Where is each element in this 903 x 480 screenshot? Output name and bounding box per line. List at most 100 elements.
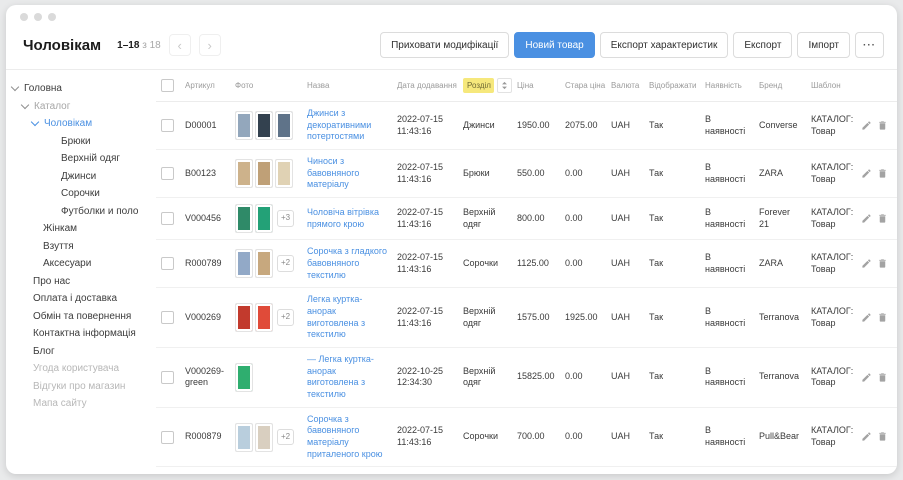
- sort-icon[interactable]: [497, 78, 512, 93]
- edit-icon[interactable]: [861, 312, 872, 323]
- product-name-link[interactable]: Легка куртка-анорак виготовлена з тексти…: [307, 294, 365, 339]
- toolbar-button-0[interactable]: Приховати модифікації: [380, 32, 509, 58]
- sidebar-item[interactable]: Каталог: [6, 98, 156, 116]
- column-header-template[interactable]: Шаблон: [806, 70, 856, 102]
- row-checkbox[interactable]: [161, 257, 174, 270]
- sidebar-item[interactable]: Жінкам: [6, 220, 156, 238]
- sidebar-item[interactable]: Футболки и поло: [6, 203, 156, 221]
- product-photo[interactable]: [275, 111, 293, 140]
- column-header-currency[interactable]: Валюта: [606, 70, 644, 102]
- sidebar-item[interactable]: Оплата і доставка: [6, 290, 156, 308]
- product-photo[interactable]: [255, 111, 273, 140]
- product-photo[interactable]: [235, 249, 253, 278]
- delete-icon[interactable]: [877, 168, 888, 179]
- sidebar-item-label: Футболки и поло: [61, 206, 138, 217]
- product-name-link[interactable]: — Легка куртка-анорак виготовлена з текс…: [307, 354, 374, 399]
- row-checkbox[interactable]: [161, 167, 174, 180]
- row-checkbox[interactable]: [161, 431, 174, 444]
- sidebar-item[interactable]: Відгуки про магазин: [6, 378, 156, 396]
- product-photo[interactable]: [255, 159, 273, 188]
- row-checkbox[interactable]: [161, 212, 174, 225]
- sidebar-item[interactable]: Брюки: [6, 133, 156, 151]
- product-photo[interactable]: [255, 249, 273, 278]
- column-header-photo[interactable]: Фото: [230, 70, 302, 102]
- edit-icon[interactable]: [861, 372, 872, 383]
- product-name-link[interactable]: Чиноси з бавовняного матеріалу: [307, 156, 359, 189]
- product-photo[interactable]: [235, 111, 253, 140]
- row-checkbox[interactable]: [161, 311, 174, 324]
- delete-icon[interactable]: [877, 372, 888, 383]
- column-header-old_price[interactable]: Стара ціна: [560, 70, 606, 102]
- column-header-availability[interactable]: Наявність: [700, 70, 754, 102]
- column-header-section[interactable]: Розділ: [458, 70, 512, 102]
- toolbar-button-1[interactable]: Новий товар: [514, 32, 594, 58]
- select-all-checkbox[interactable]: [161, 79, 174, 92]
- product-name-link[interactable]: Джинси з декоративними потертостями: [307, 108, 371, 141]
- edit-icon[interactable]: [861, 120, 872, 131]
- sidebar-item[interactable]: Контактна інформація: [6, 325, 156, 343]
- row-checkbox[interactable]: [161, 119, 174, 132]
- product-date: 2022-07-15 11:43:16: [397, 306, 443, 328]
- photo-count-badge[interactable]: +2: [277, 429, 294, 445]
- sidebar-item[interactable]: Головна: [6, 80, 156, 98]
- product-photo[interactable]: [235, 363, 253, 392]
- edit-icon[interactable]: [861, 431, 872, 442]
- column-header-label: Назва: [307, 81, 329, 90]
- sidebar-item[interactable]: Взуття: [6, 238, 156, 256]
- photo-count-badge[interactable]: +2: [277, 309, 294, 325]
- column-header-sku[interactable]: Артикул: [180, 70, 230, 102]
- delete-icon[interactable]: [877, 312, 888, 323]
- delete-icon[interactable]: [877, 431, 888, 442]
- photo-count-badge[interactable]: +2: [277, 255, 294, 271]
- sidebar-item[interactable]: Про нас: [6, 273, 156, 291]
- window-control-dot[interactable]: [48, 13, 56, 21]
- sidebar-item[interactable]: Обмін та повернення: [6, 308, 156, 326]
- edit-icon[interactable]: [861, 258, 872, 269]
- more-actions-button[interactable]: ···: [855, 32, 884, 58]
- window-control-dot[interactable]: [20, 13, 28, 21]
- sidebar-item[interactable]: Сорочки: [6, 185, 156, 203]
- sidebar-item[interactable]: Мапа сайту: [6, 395, 156, 413]
- product-sku: D00001: [185, 120, 217, 130]
- product-photos: +2: [235, 249, 297, 278]
- product-photo[interactable]: [255, 303, 273, 332]
- column-header-display[interactable]: Відображати: [644, 70, 700, 102]
- prev-page-button[interactable]: ‹: [169, 34, 191, 56]
- product-photo[interactable]: [235, 159, 253, 188]
- toolbar-button-3[interactable]: Експорт: [733, 32, 792, 58]
- sidebar-item[interactable]: Верхній одяг: [6, 150, 156, 168]
- toolbar-button-2[interactable]: Експорт характеристик: [600, 32, 729, 58]
- product-name-link[interactable]: Штани з бавовняного матеріалу прямого кр…: [307, 473, 385, 474]
- product-photo[interactable]: [275, 159, 293, 188]
- row-checkbox[interactable]: [161, 371, 174, 384]
- product-name-link[interactable]: Сорочка з бавовняного матеріалу притален…: [307, 414, 382, 459]
- product-photo[interactable]: [235, 423, 253, 452]
- product-brand: Terranova: [759, 371, 799, 381]
- column-header-price[interactable]: Ціна: [512, 70, 560, 102]
- product-name-link[interactable]: Сорочка з гладкого бавовняного текстилю: [307, 246, 387, 279]
- product-photo[interactable]: [235, 204, 253, 233]
- column-header-name[interactable]: Назва: [302, 70, 392, 102]
- edit-icon[interactable]: [861, 168, 872, 179]
- sidebar-item[interactable]: Угода користувача: [6, 360, 156, 378]
- window-control-dot[interactable]: [34, 13, 42, 21]
- sidebar-item[interactable]: Аксесуари: [6, 255, 156, 273]
- product-photo[interactable]: [255, 423, 273, 452]
- sidebar-item[interactable]: Блог: [6, 343, 156, 361]
- delete-icon[interactable]: [877, 258, 888, 269]
- product-photo[interactable]: [255, 204, 273, 233]
- delete-icon[interactable]: [877, 213, 888, 224]
- edit-icon[interactable]: [861, 213, 872, 224]
- column-header-date[interactable]: Дата додавання: [392, 70, 458, 102]
- column-header-brand[interactable]: Бренд: [754, 70, 806, 102]
- sidebar-item[interactable]: Чоловікам: [6, 115, 156, 133]
- delete-icon[interactable]: [877, 120, 888, 131]
- sidebar-item[interactable]: Джинси: [6, 168, 156, 186]
- product-currency: UAH: [611, 431, 630, 441]
- product-photo[interactable]: [235, 303, 253, 332]
- photo-count-badge[interactable]: +3: [277, 210, 294, 226]
- product-display-flag: Так: [649, 213, 663, 223]
- next-page-button[interactable]: ›: [199, 34, 221, 56]
- toolbar-button-4[interactable]: Імпорт: [797, 32, 850, 58]
- product-name-link[interactable]: Чоловіча вітрівка прямого крою: [307, 207, 379, 229]
